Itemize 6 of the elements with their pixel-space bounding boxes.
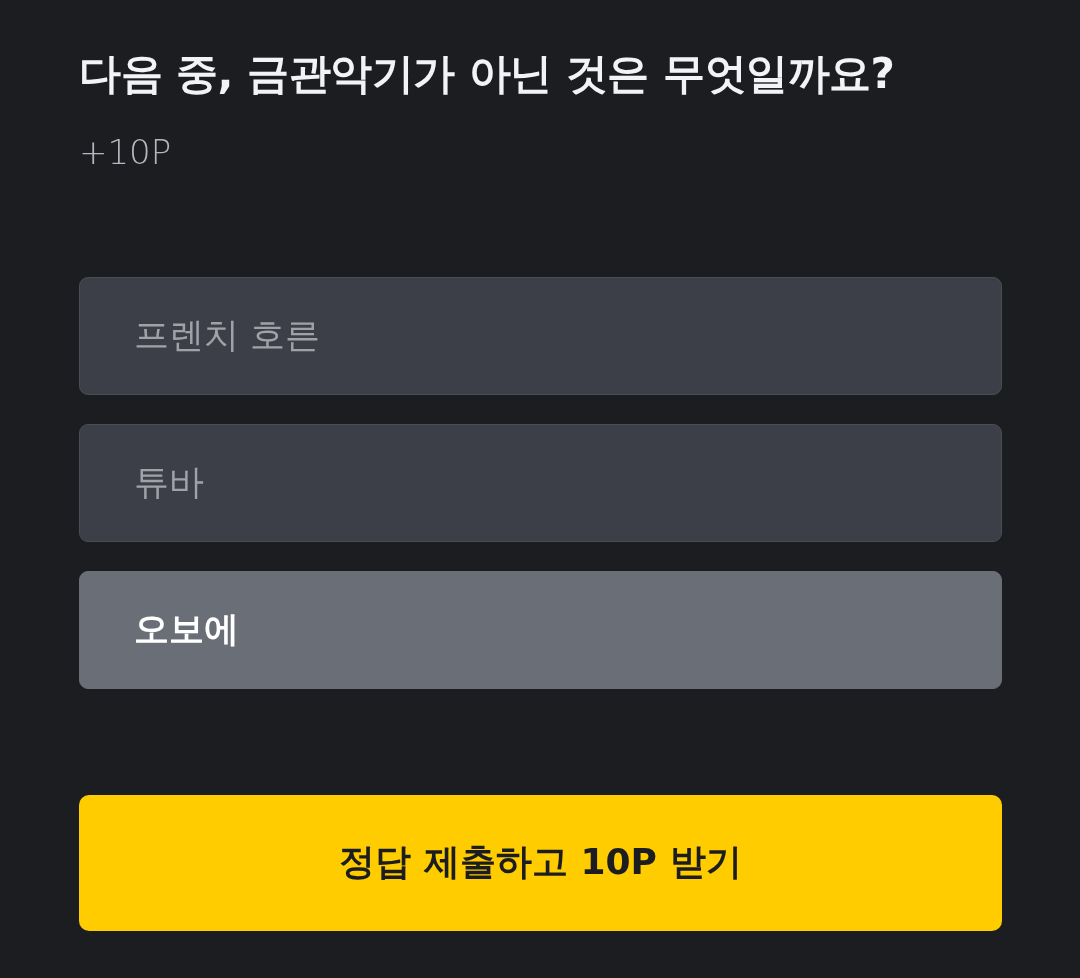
submit-button[interactable]: 정답 제출하고 10P 받기 [79, 794, 1002, 931]
reward-points: +10P [79, 132, 173, 173]
answer-option[interactable]: 튜바 [79, 423, 1002, 542]
question-title: 다음 중, 금관악기가 아닌 것은 무엇일까요? [79, 48, 896, 100]
answer-option[interactable]: 오보에 [79, 570, 1002, 689]
answer-option[interactable]: 프렌치 호른 [79, 276, 1002, 395]
